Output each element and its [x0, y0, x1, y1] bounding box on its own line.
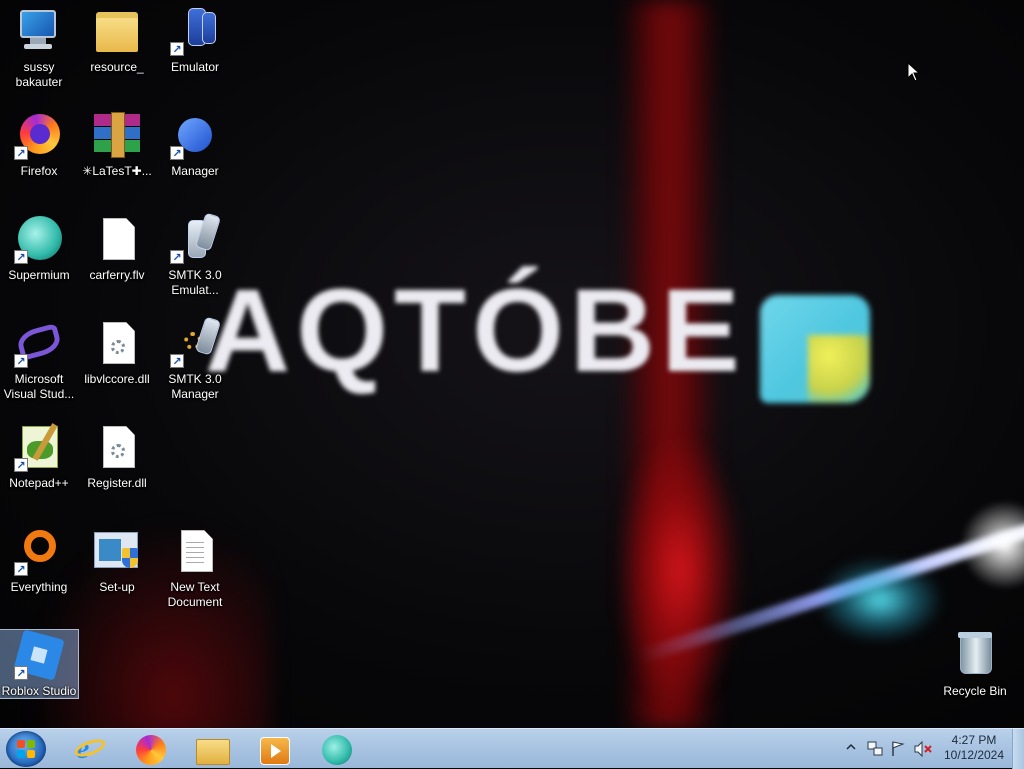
text-document-icon	[170, 526, 220, 576]
supermium-icon: ↗	[14, 214, 64, 264]
desktop-icon-label: resource_	[90, 60, 144, 74]
notepadpp-icon: ↗	[14, 422, 64, 472]
desktop-icon-supermium[interactable]: ↗ Supermium	[0, 214, 78, 283]
taskbar-file-explorer[interactable]	[186, 731, 238, 767]
desktop-icon-visual-studio[interactable]: ↗ Microsoft Visual Stud...	[0, 318, 78, 402]
desktop-icon-label: New Text Document	[167, 580, 223, 609]
manager-icon: ↗	[170, 110, 220, 160]
roblox-studio-icon: ↗	[13, 629, 65, 681]
taskbar-media-player[interactable]	[248, 731, 300, 767]
desktop-icon-carferry[interactable]: carferry.flv	[78, 214, 156, 283]
desktop-icon-libvlccore[interactable]: libvlccore.dll	[78, 318, 156, 387]
desktop-icon-label: Emulator	[170, 60, 220, 74]
desktop-icon-notepadpp[interactable]: ↗ Notepad++	[0, 422, 78, 491]
shortcut-arrow-icon: ↗	[170, 146, 184, 160]
wallpaper-logo-text: AQTÓBE	[205, 265, 746, 397]
computer-icon	[14, 6, 64, 56]
supermium-icon	[322, 735, 352, 765]
folder-icon	[92, 6, 142, 56]
shortcut-arrow-icon: ↗	[14, 354, 28, 368]
firefox-icon	[136, 735, 166, 765]
show-hidden-icons-arrow[interactable]	[846, 742, 856, 756]
mouse-cursor-icon	[907, 62, 921, 82]
taskbar-clock[interactable]: 4:27 PM 10/12/2024	[938, 733, 1010, 763]
desktop-icon-label: ✳LaTesT✚...	[82, 164, 152, 178]
desktop-icon-setup[interactable]: Set-up	[78, 526, 156, 595]
shortcut-arrow-icon: ↗	[170, 250, 184, 264]
desktop-icon-label: Recycle Bin	[943, 684, 1007, 698]
shortcut-arrow-icon: ↗	[14, 250, 28, 264]
taskbar-supermium[interactable]	[310, 731, 362, 767]
desktop-icon-everything[interactable]: ↗ Everything	[0, 526, 78, 595]
desktop-icon-label: Notepad++	[9, 476, 69, 490]
show-desktop-button[interactable]	[1012, 729, 1024, 769]
clock-time: 4:27 PM	[951, 733, 997, 747]
everything-icon: ↗	[14, 526, 64, 576]
shortcut-arrow-icon: ↗	[14, 562, 28, 576]
desktop-icon-label: Firefox	[20, 164, 58, 178]
shortcut-arrow-icon: ↗	[170, 354, 184, 368]
taskbar-firefox[interactable]	[124, 731, 176, 767]
firefox-icon: ↗	[14, 110, 64, 160]
desktop-icon-smtk-manager[interactable]: ↗ SMTK 3.0 Manager	[156, 316, 234, 402]
wallpaper-red-glow	[620, 440, 740, 700]
desktop-icon-emulator[interactable]: ↗ Emulator	[156, 6, 234, 75]
shortcut-arrow-icon: ↗	[14, 666, 28, 680]
volume-muted-icon[interactable]	[913, 740, 933, 758]
dll-file-icon	[92, 422, 142, 472]
media-player-icon	[260, 737, 290, 765]
desktop-icon-label: sussy bakauter	[15, 60, 63, 89]
shortcut-arrow-icon: ↗	[14, 458, 28, 472]
desktop-icon-firefox[interactable]: ↗ Firefox	[0, 110, 78, 179]
desktop-icon-roblox-studio[interactable]: ↗ Roblox Studio	[0, 629, 79, 699]
wallpaper-cyan-light	[820, 560, 940, 640]
desktop-icon-computer[interactable]: sussy bakauter	[0, 6, 78, 90]
file-icon	[92, 214, 142, 264]
shortcut-arrow-icon: ↗	[14, 146, 28, 160]
desktop-icon-manager[interactable]: ↗ Manager	[156, 110, 234, 179]
desktop-icon-label: Supermium	[8, 268, 70, 282]
desktop-icon-resource-folder[interactable]: resource_	[78, 6, 156, 75]
taskbar-internet-explorer[interactable]: e	[64, 731, 116, 767]
smtk-emulator-icon: ↗	[170, 212, 222, 264]
taskbar: e 4:27 PM 10/12/2024	[0, 728, 1024, 769]
desktop-icon-new-text-document[interactable]: New Text Document	[156, 526, 234, 610]
winrar-icon	[92, 110, 142, 160]
shortcut-arrow-icon: ↗	[170, 42, 184, 56]
desktop-icon-label: carferry.flv	[89, 268, 145, 282]
desktop-icon-label: Register.dll	[87, 476, 147, 490]
dll-file-icon	[92, 318, 142, 368]
desktop-icon-label: Manager	[171, 164, 219, 178]
setup-icon	[92, 526, 142, 576]
clock-date: 10/12/2024	[943, 748, 1005, 762]
desktop-icon-recycle-bin[interactable]: Recycle Bin	[936, 630, 1014, 699]
network-icon[interactable]	[866, 740, 884, 758]
visual-studio-icon: ↗	[14, 318, 64, 368]
desktop-icon-label: Everything	[10, 580, 68, 594]
desktop-icon-label: Microsoft Visual Stud...	[3, 372, 75, 401]
smtk-manager-icon: ↗	[170, 316, 222, 368]
desktop-icon-label: SMTK 3.0 Emulat...	[168, 268, 222, 297]
desktop-icon-label: SMTK 3.0 Manager	[168, 372, 222, 401]
desktop-icon-label: Set-up	[99, 580, 135, 594]
desktop-icon-winrar-archive[interactable]: ✳LaTesT✚...	[78, 110, 156, 179]
action-center-flag-icon[interactable]	[890, 740, 906, 758]
wallpaper-logo-mark	[760, 295, 870, 403]
file-explorer-icon	[196, 739, 230, 765]
desktop-icon-label: Roblox Studio	[1, 684, 77, 698]
emulator-icon: ↗	[170, 6, 220, 56]
desktop-icon-register-dll[interactable]: Register.dll	[78, 422, 156, 491]
desktop-icon-smtk-emulator[interactable]: ↗ SMTK 3.0 Emulat...	[156, 212, 234, 298]
start-button[interactable]	[6, 731, 46, 767]
recycle-bin-icon	[950, 630, 1000, 680]
windows-start-icon	[17, 740, 35, 758]
desktop-icon-label: libvlccore.dll	[84, 372, 150, 386]
wallpaper-white-light	[960, 500, 1024, 590]
